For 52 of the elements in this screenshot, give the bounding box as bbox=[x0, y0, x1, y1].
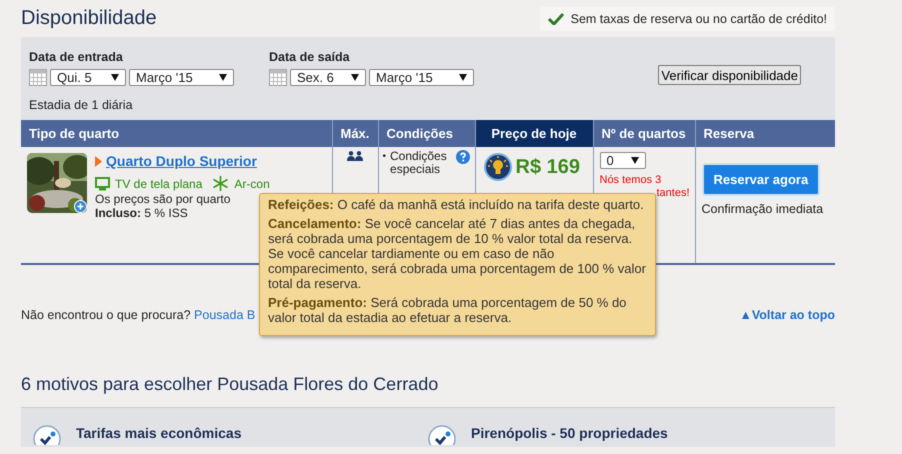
availability-note: Nós temos 3 bbox=[600, 174, 662, 186]
month-select[interactable]: Março '15 bbox=[369, 69, 474, 86]
price-note: Os preços são por quarto bbox=[95, 192, 230, 206]
people-icon bbox=[347, 151, 363, 161]
reason-title: Pirenópolis - 50 propriedades bbox=[471, 425, 668, 441]
availability-note: tantes! bbox=[656, 187, 690, 199]
caret-icon bbox=[111, 74, 119, 81]
day-select[interactable]: Qui. 5 bbox=[50, 69, 126, 86]
calendar-icon[interactable] bbox=[29, 69, 47, 86]
room-name-link[interactable]: Quarto Duplo Superior bbox=[106, 153, 257, 169]
calendar-icon[interactable] bbox=[269, 69, 287, 86]
tooltip-text: Refeições: O café da manhã está incluído na tarifa deste quarto. bbox=[268, 197, 645, 212]
day-select[interactable]: Sex. 6 bbox=[290, 69, 366, 86]
included-tax: Incluso: 5 % ISS bbox=[95, 206, 188, 220]
page-title: Disponibilidade bbox=[21, 7, 157, 30]
tooltip-text: Cancelamento: Se você cancelar até 7 dias antes da chegada, será cobrada uma porcentagem de 10 % valor total da reserva. Se você cancelar tardiamente ou em caso de não comparecimento, será cobrada uma porcentagem de 100 % valor total da reserva. bbox=[268, 216, 647, 291]
month-select[interactable]: Março '15 bbox=[129, 69, 234, 86]
caret-icon bbox=[219, 74, 227, 81]
notice-text: Sem taxas de reserva ou no cartão de crédito! bbox=[570, 12, 827, 26]
snowflake-icon bbox=[212, 175, 230, 192]
date-label: Data de entrada bbox=[29, 50, 123, 64]
price: R$ 169 bbox=[516, 156, 580, 178]
column-header: Condições bbox=[378, 120, 475, 147]
column-header: Preço de hoje bbox=[475, 120, 593, 147]
check-availability-button[interactable]: Verificar disponibilidade bbox=[658, 65, 801, 85]
column-header: Máx. bbox=[332, 120, 378, 147]
bullet: • bbox=[382, 150, 386, 164]
not-found-text: Não encontrou o que procura? Pousada B bbox=[21, 308, 256, 322]
tv-icon bbox=[95, 176, 110, 190]
column-header: Reserva bbox=[695, 120, 835, 147]
date-label: Data de saída bbox=[269, 50, 350, 64]
caret-icon bbox=[459, 74, 467, 81]
lightbulb-icon bbox=[484, 153, 512, 181]
conditions-text: Condições especiais bbox=[390, 150, 448, 176]
arrow-bullet-icon bbox=[95, 156, 102, 166]
help-icon[interactable] bbox=[456, 150, 470, 164]
amenity-label: TV de tela plana bbox=[115, 176, 202, 190]
property-link[interactable]: Pousada B bbox=[194, 308, 256, 322]
caret-icon bbox=[351, 74, 359, 81]
amenity-label: Ar-con bbox=[234, 176, 270, 190]
quantity-select[interactable]: 0 bbox=[600, 152, 646, 169]
caret-icon bbox=[630, 157, 638, 164]
column-header: Tipo de quarto bbox=[21, 120, 332, 147]
column-header: Nº de quartos bbox=[593, 120, 695, 147]
stay-length: Estadia de 1 diária bbox=[29, 98, 133, 112]
reason-title: Tarifas mais econômicas bbox=[76, 425, 242, 441]
confirmation-text: Confirmação imediata bbox=[702, 202, 824, 216]
book-now-button[interactable]: Reservar agora bbox=[702, 163, 820, 196]
back-to-top-link[interactable]: ▲Voltar ao topo bbox=[740, 308, 835, 322]
section-title: 6 motivos para escolher Pousada Flores do Cerrado bbox=[21, 374, 440, 395]
tooltip-text: Pré-pagamento: Será cobrada uma porcentagem de 50 % do valor total da estadia ao efetuar a reserva. bbox=[268, 295, 628, 325]
check-icon bbox=[548, 12, 565, 25]
